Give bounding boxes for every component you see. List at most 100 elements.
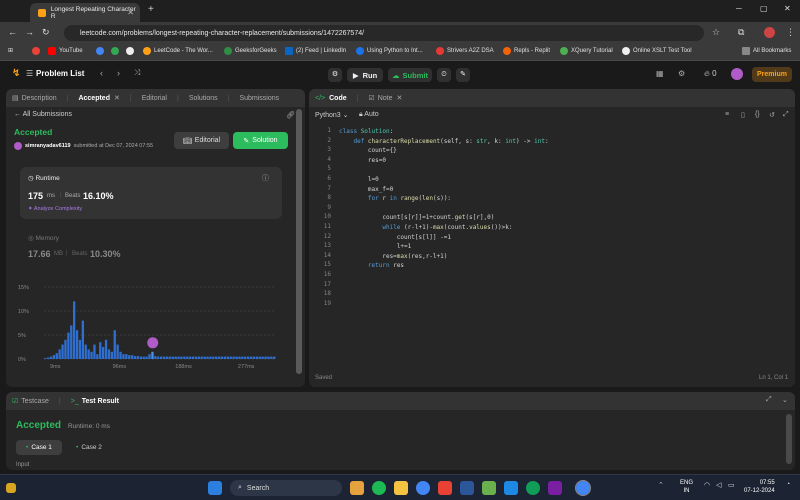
volume-icon[interactable]: ◁ (716, 481, 721, 489)
debug-icon[interactable]: ⚙ (328, 68, 342, 82)
taskbar-search[interactable]: ⌕ Search (230, 480, 342, 496)
bookmark-icon[interactable]: ▯ (741, 111, 745, 119)
bar[interactable] (186, 356, 189, 359)
clock[interactable]: 07:55 07-12-2024 (744, 479, 775, 495)
close-window-icon[interactable]: ✕ (784, 4, 791, 13)
bar[interactable] (238, 356, 241, 359)
bar[interactable] (119, 351, 122, 359)
bar[interactable] (128, 355, 131, 359)
shuffle-icon[interactable]: ⤨ (134, 68, 140, 78)
format-icon[interactable]: ≡ (725, 111, 729, 118)
star-icon[interactable]: ☆ (712, 27, 720, 38)
bar[interactable] (203, 356, 206, 359)
reload-icon[interactable]: ↻ (42, 27, 50, 38)
weather-icon[interactable] (6, 483, 16, 493)
tab-submissions[interactable]: Submissions (239, 95, 279, 102)
tab-test-result[interactable]: Test Result (82, 398, 119, 405)
bar[interactable] (189, 356, 192, 359)
collapse-panel-icon[interactable]: ⌄ (782, 396, 788, 404)
bar[interactable] (241, 356, 244, 359)
code-line[interactable]: l=0 (339, 175, 379, 185)
bar[interactable] (267, 356, 270, 359)
code-line[interactable]: while (r-l+1)-max(count.values())>k: (339, 223, 512, 233)
apps-icon[interactable]: ⊞ (8, 47, 13, 54)
bar[interactable] (58, 349, 61, 359)
browser-tab[interactable]: Longest Repeating Character R ✕ (30, 3, 140, 22)
layout-icon[interactable]: ▦ (656, 69, 664, 78)
new-tab-icon[interactable]: + (148, 4, 154, 15)
chrome-taskbar-icon[interactable] (416, 481, 430, 495)
bar[interactable] (191, 356, 195, 359)
prev-problem-icon[interactable]: ‹ (100, 68, 103, 78)
bookmark-leetcode[interactable]: LeetCode - The Wor... (143, 47, 213, 55)
maximize-panel-icon[interactable]: ⤢ (766, 396, 772, 404)
left-panel-scrollbar[interactable] (296, 109, 302, 374)
bar[interactable] (55, 353, 58, 359)
timer-icon[interactable]: ⏲ (437, 68, 451, 82)
github-icon[interactable] (126, 47, 137, 55)
tab-editorial[interactable]: Editorial (142, 95, 167, 102)
code-line[interactable]: def characterReplacement(self, s: str, k… (339, 137, 548, 147)
runtime-card[interactable]: ◷ Runtime ⓘ 175 ms | Beats 16.10% ✦ Anal… (20, 167, 282, 219)
code-line[interactable]: res=0 (339, 156, 386, 166)
bar[interactable] (64, 339, 67, 359)
store-icon[interactable] (482, 481, 496, 495)
bar[interactable] (229, 356, 232, 359)
bookmark-youtube[interactable]: YouTube (48, 47, 83, 55)
tab-note[interactable]: Note (378, 95, 393, 102)
code-line[interactable]: l+=1 (339, 242, 411, 252)
link-icon[interactable]: 🔗︎ (286, 111, 295, 119)
maps-icon[interactable] (111, 47, 122, 55)
bar[interactable] (110, 351, 113, 359)
settings-icon[interactable]: ⚙ (678, 69, 685, 78)
tab-accepted[interactable]: Accepted (78, 95, 110, 102)
bar[interactable] (226, 356, 229, 359)
battery-icon[interactable]: ▭ (728, 481, 735, 489)
copilot-icon[interactable] (350, 481, 364, 495)
file-explorer-icon[interactable] (394, 481, 408, 495)
code-line[interactable]: res=max(res,r-l+1) (339, 252, 447, 262)
bar[interactable] (215, 356, 218, 359)
bar[interactable] (142, 356, 145, 359)
extensions-icon[interactable]: ⧉ (738, 27, 744, 38)
bar[interactable] (264, 356, 267, 359)
submit-button[interactable]: ☁ Submit (388, 68, 432, 82)
close-tab-note-icon[interactable]: ✕ (397, 94, 403, 102)
bar[interactable] (255, 356, 258, 359)
bar[interactable] (136, 356, 140, 359)
bar[interactable] (102, 347, 105, 359)
bar[interactable] (67, 332, 70, 359)
maximize-icon[interactable]: ▢ (760, 4, 768, 13)
bar[interactable] (200, 356, 203, 359)
bar[interactable] (125, 354, 128, 359)
code-line[interactable]: max_f=0 (339, 185, 393, 195)
bar[interactable] (261, 356, 264, 359)
bar[interactable] (46, 357, 50, 359)
bar[interactable] (122, 354, 125, 359)
notifications-icon[interactable]: ◔ (786, 481, 790, 488)
forward-icon[interactable]: → (25, 27, 34, 37)
bar[interactable] (99, 342, 102, 359)
bar[interactable] (171, 356, 174, 359)
bar[interactable] (93, 344, 96, 359)
word-icon[interactable] (460, 481, 474, 495)
browser-menu-icon[interactable]: ⋮ (786, 27, 795, 38)
bottom-scrollbar[interactable] (786, 414, 792, 464)
bar[interactable] (44, 358, 47, 359)
bookmark-xquery[interactable]: XQuery Tutorial (560, 47, 613, 55)
your-submission-marker[interactable] (147, 337, 159, 349)
minimize-icon[interactable]: ─ (736, 4, 742, 13)
media-icon[interactable] (438, 481, 452, 495)
bar[interactable] (87, 349, 90, 359)
bar[interactable] (174, 356, 177, 359)
bar[interactable] (232, 356, 235, 359)
code-line[interactable]: count[s[r]]=1+count.get(s[r],0) (339, 213, 494, 223)
editorial-button[interactable]: 📖︎ Editorial (174, 132, 229, 149)
wifi-icon[interactable]: ◠ (704, 481, 710, 489)
bar[interactable] (75, 330, 79, 359)
bar[interactable] (177, 356, 180, 359)
code-line[interactable]: class Solution: (339, 127, 393, 137)
case-2-tab[interactable]: • Case 2 (66, 440, 112, 455)
problem-list-link[interactable]: Problem List (36, 69, 84, 78)
runtime-distribution-chart[interactable]: 15% 10% 5% 0% 9ms 96ms 188ms 277ms (16, 279, 284, 381)
